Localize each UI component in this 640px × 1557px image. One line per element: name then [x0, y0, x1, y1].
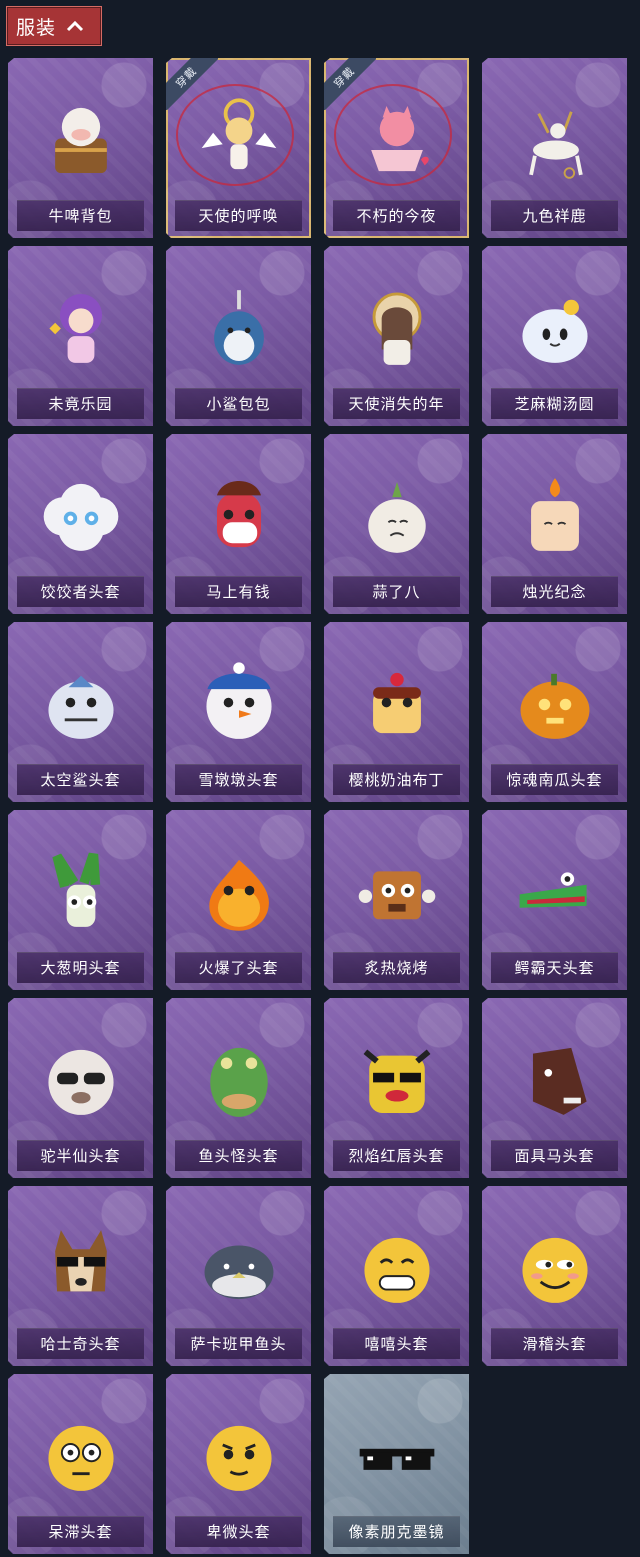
costume-item-label: 九色祥鹿	[491, 200, 618, 231]
costume-item-label: 不朽的今夜	[333, 200, 460, 231]
costume-item-stunned-emoji[interactable]: 呆滞头套	[8, 1374, 153, 1554]
costume-item-pudding[interactable]: 樱桃奶油布丁	[324, 622, 469, 802]
costume-item-red-horse[interactable]: 马上有钱	[166, 434, 311, 614]
dog-icon	[36, 1223, 126, 1313]
costume-item-snowman[interactable]: 雪墩墩头套	[166, 622, 311, 802]
costume-grid: 牛啤背包 穿戴 天使的呼唤 穿戴 不朽的今夜 九色祥鹿 未竟乐园 小鲨包包 天使消失的年 芝麻糊汤…	[8, 58, 627, 1554]
costume-item-label: 鱼头怪头套	[175, 1140, 302, 1171]
costume-item-meat[interactable]: 炙热烧烤	[324, 810, 469, 990]
costume-item-candle[interactable]: 烛光纪念	[482, 434, 627, 614]
costume-item-angel[interactable]: 穿戴天使的呼唤	[166, 58, 311, 238]
costume-item-dumpling[interactable]: 芝麻糊汤圆	[482, 246, 627, 426]
costume-item-fish-mask[interactable]: 鱼头怪头套	[166, 998, 311, 1178]
costume-item-label: 滑稽头套	[491, 1328, 618, 1359]
costume-item-label: 天使消失的年	[333, 388, 460, 419]
tab-costume[interactable]: 服装	[6, 6, 102, 46]
purple-girl-icon	[36, 283, 126, 373]
costume-item-label: 马上有钱	[175, 576, 302, 607]
costume-item-label: 饺饺者头套	[17, 576, 144, 607]
costume-item-dog[interactable]: 哈士奇头套	[8, 1186, 153, 1366]
pudding-icon	[352, 659, 442, 749]
costume-item-deer[interactable]: 九色祥鹿	[482, 58, 627, 238]
red-horse-icon	[194, 471, 284, 561]
horse-mask-icon	[510, 1035, 600, 1125]
costume-item-label: 天使的呼唤	[175, 200, 302, 231]
costume-item-label: 小鲨包包	[175, 388, 302, 419]
costume-item-funny-emoji[interactable]: 滑稽头套	[482, 1186, 627, 1366]
costume-item-alpaca[interactable]: 驼半仙头套	[8, 998, 153, 1178]
costume-item-label: 未竟乐园	[17, 388, 144, 419]
costume-item-purple-girl[interactable]: 未竟乐园	[8, 246, 153, 426]
costume-item-label: 太空鲨头套	[17, 764, 144, 795]
meat-icon	[352, 847, 442, 937]
chevron-up-icon	[66, 20, 84, 32]
costume-item-pixel-sunglasses[interactable]: 像素朋克墨镜	[324, 1374, 469, 1554]
costume-item-label: 烛光纪念	[491, 576, 618, 607]
costume-item-label: 面具马头套	[491, 1140, 618, 1171]
deer-icon	[510, 95, 600, 185]
pumpkin-icon	[510, 659, 600, 749]
costume-item-label: 雪墩墩头套	[175, 764, 302, 795]
snowman-icon	[194, 659, 284, 749]
scallion-icon	[36, 847, 126, 937]
costume-item-label: 炙热烧烤	[333, 952, 460, 983]
tab-label: 服装	[16, 16, 57, 39]
costume-item-cloud-head[interactable]: 饺饺者头套	[8, 434, 153, 614]
pixel-sunglasses-icon	[352, 1411, 442, 1501]
costume-item-label: 卑微头套	[175, 1516, 302, 1547]
yellow-mask-icon	[352, 1035, 442, 1125]
equipped-badge: 穿戴	[324, 58, 376, 110]
stunned-emoji-icon	[36, 1411, 126, 1501]
costume-item-yellow-mask[interactable]: 烈焰红唇头套	[324, 998, 469, 1178]
costume-item-label: 哈士奇头套	[17, 1328, 144, 1359]
costume-item-ancient-fish[interactable]: 萨卡班甲鱼头	[166, 1186, 311, 1366]
costume-item-humble-emoji[interactable]: 卑微头套	[166, 1374, 311, 1554]
equipped-badge: 穿戴	[166, 58, 218, 110]
costume-item-grin-emoji[interactable]: 嘻嘻头套	[324, 1186, 469, 1366]
costume-item-horse-mask[interactable]: 面具马头套	[482, 998, 627, 1178]
funny-emoji-icon	[510, 1223, 600, 1313]
doll-icon	[352, 283, 442, 373]
shark-plush-icon	[194, 283, 284, 373]
costume-item-label: 大葱明头套	[17, 952, 144, 983]
fish-mask-icon	[194, 1035, 284, 1125]
costume-item-fire[interactable]: 火爆了头套	[166, 810, 311, 990]
equipped-badge-label: 穿戴	[166, 58, 218, 110]
costume-item-label: 呆滞头套	[17, 1516, 144, 1547]
costume-item-label: 芝麻糊汤圆	[491, 388, 618, 419]
cloud-head-icon	[36, 471, 126, 561]
ancient-fish-icon	[194, 1223, 284, 1313]
costume-item-pumpkin[interactable]: 惊魂南瓜头套	[482, 622, 627, 802]
costume-item-garlic[interactable]: 蒜了八	[324, 434, 469, 614]
space-shark-icon	[36, 659, 126, 749]
costume-item-pink-fox-bowl[interactable]: 穿戴不朽的今夜	[324, 58, 469, 238]
costume-item-label: 嘻嘻头套	[333, 1328, 460, 1359]
costume-item-shark-plush[interactable]: 小鲨包包	[166, 246, 311, 426]
humble-emoji-icon	[194, 1411, 284, 1501]
costume-item-label: 驼半仙头套	[17, 1140, 144, 1171]
costume-item-scallion[interactable]: 大葱明头套	[8, 810, 153, 990]
alpaca-icon	[36, 1035, 126, 1125]
costume-item-label: 火爆了头套	[175, 952, 302, 983]
cow-cup-icon	[36, 95, 126, 185]
costume-item-label: 樱桃奶油布丁	[333, 764, 460, 795]
costume-item-space-shark[interactable]: 太空鲨头套	[8, 622, 153, 802]
costume-item-label: 惊魂南瓜头套	[491, 764, 618, 795]
dumpling-icon	[510, 283, 600, 373]
costume-item-label: 萨卡班甲鱼头	[175, 1328, 302, 1359]
fire-icon	[194, 847, 284, 937]
crocodile-icon	[510, 847, 600, 937]
costume-item-label: 牛啤背包	[17, 200, 144, 231]
grin-emoji-icon	[352, 1223, 442, 1313]
costume-item-label: 鳄霸天头套	[491, 952, 618, 983]
costume-item-label: 烈焰红唇头套	[333, 1140, 460, 1171]
candle-icon	[510, 471, 600, 561]
equipped-badge-label: 穿戴	[324, 58, 376, 110]
costume-item-label: 像素朋克墨镜	[333, 1516, 460, 1547]
garlic-icon	[352, 471, 442, 561]
costume-item-cow-cup[interactable]: 牛啤背包	[8, 58, 153, 238]
costume-item-doll[interactable]: 天使消失的年	[324, 246, 469, 426]
costume-item-crocodile[interactable]: 鳄霸天头套	[482, 810, 627, 990]
costume-item-label: 蒜了八	[333, 576, 460, 607]
